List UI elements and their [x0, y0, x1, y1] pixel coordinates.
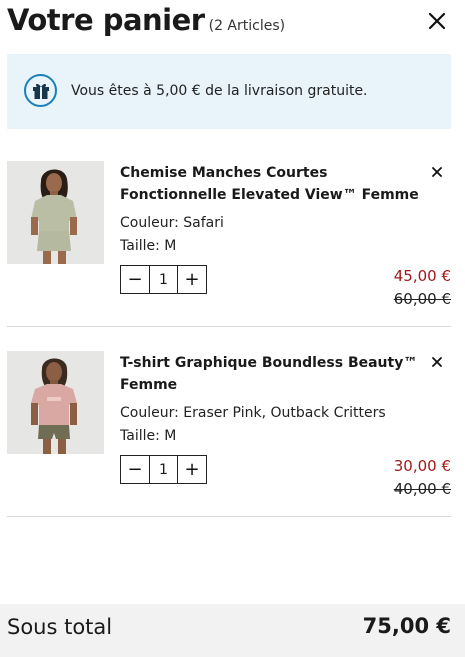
quantity-stepper: − 1 +: [120, 455, 207, 484]
subtotal-label: Sous total: [7, 615, 113, 639]
product-color: Couleur: Eraser Pink, Outback Critters: [120, 405, 386, 421]
free-shipping-banner: Vous êtes à 5,00 € de la livraison gratu…: [7, 54, 451, 129]
product-image[interactable]: [7, 351, 104, 454]
quantity-value[interactable]: 1: [149, 266, 178, 293]
cart-item-count: (2 Articles): [208, 18, 286, 34]
remove-item-icon[interactable]: [430, 354, 444, 368]
product-size: Taille: M: [120, 428, 177, 444]
free-shipping-text: Vous êtes à 5,00 € de la livraison gratu…: [71, 83, 368, 99]
subtotal-value: 75,00 €: [362, 614, 451, 638]
close-icon[interactable]: [426, 10, 448, 32]
original-price: 60,00 €: [393, 290, 451, 308]
divider: [7, 516, 451, 517]
quantity-stepper: − 1 +: [120, 265, 207, 294]
remove-item-icon[interactable]: [430, 164, 444, 178]
original-price: 40,00 €: [393, 480, 451, 498]
quantity-value[interactable]: 1: [149, 456, 178, 483]
cart-item: T-shirt Graphique Boundless Beauty™ Femm…: [7, 350, 451, 520]
sale-price: 30,00 €: [393, 457, 451, 475]
decrement-button[interactable]: −: [121, 266, 149, 293]
cart-header: Votre panier (2 Articles): [0, 0, 465, 44]
product-color: Couleur: Safari: [120, 215, 224, 231]
cart-item: Chemise Manches Courtes Fonctionnelle El…: [7, 160, 451, 330]
increment-button[interactable]: +: [178, 456, 206, 483]
sale-price: 45,00 €: [393, 267, 451, 285]
subtotal-bar: Sous total 75,00 €: [0, 604, 465, 657]
increment-button[interactable]: +: [178, 266, 206, 293]
cart-title-text: Votre panier: [7, 3, 205, 37]
product-name[interactable]: Chemise Manches Courtes Fonctionnelle El…: [120, 162, 420, 206]
decrement-button[interactable]: −: [121, 456, 149, 483]
gift-icon: [24, 74, 57, 107]
product-image[interactable]: [7, 161, 104, 264]
cart-panel: Votre panier (2 Articles) Vous êtes à 5,0…: [0, 0, 465, 657]
product-size: Taille: M: [120, 238, 177, 254]
cart-title: Votre panier (2 Articles): [7, 2, 285, 44]
product-name[interactable]: T-shirt Graphique Boundless Beauty™ Femm…: [120, 352, 420, 396]
divider: [7, 326, 451, 327]
